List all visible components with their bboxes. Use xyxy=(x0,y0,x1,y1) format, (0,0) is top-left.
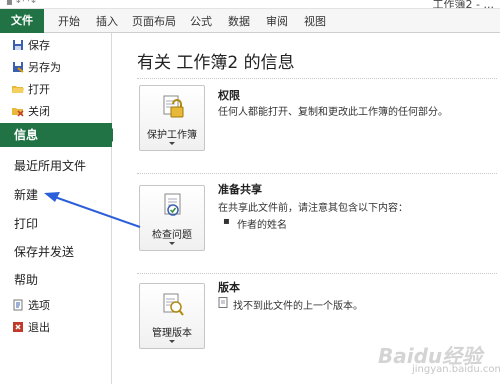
version-icon xyxy=(163,293,184,316)
nav-exit[interactable]: 退出 xyxy=(12,318,50,338)
nav-options[interactable]: 选项 xyxy=(12,296,50,316)
tab-view[interactable]: 视图 xyxy=(300,12,330,32)
nav-close[interactable]: 关闭 xyxy=(12,102,50,122)
check-issues-label: 检查问题 xyxy=(152,230,192,241)
close-file-icon xyxy=(12,104,24,117)
watermark-url: jingyan.baidu.com xyxy=(412,364,500,375)
nav-save-as[interactable]: 另存为 xyxy=(12,58,61,78)
bullet-icon: ▪ xyxy=(223,216,230,227)
nav-info[interactable]: 信息 xyxy=(0,123,119,147)
nav-open[interactable]: 打开 xyxy=(12,80,50,100)
tab-insert[interactable]: 插入 xyxy=(92,12,122,32)
tab-data[interactable]: 数据 xyxy=(224,12,254,32)
divider xyxy=(137,273,497,274)
nav-open-label: 打开 xyxy=(28,83,50,96)
protect-workbook-label: 保护工作簿 xyxy=(147,130,197,141)
versions-title: 版本 xyxy=(218,281,240,294)
nav-close-label: 关闭 xyxy=(28,105,50,118)
manage-versions-label: 管理版本 xyxy=(152,328,192,339)
prepare-share-bullet: 作者的姓名 xyxy=(237,220,287,231)
divider xyxy=(137,78,497,79)
document-icon xyxy=(218,297,228,311)
chevron-down-icon xyxy=(169,340,175,343)
nav-exit-label: 退出 xyxy=(28,321,50,334)
lock-icon xyxy=(163,95,184,118)
options-icon xyxy=(12,298,24,311)
nav-save-label: 保存 xyxy=(28,39,50,52)
save-icon xyxy=(12,38,24,50)
nav-print[interactable]: 打印 xyxy=(14,213,38,235)
ribbon-tabs: 文件 开始 插入 页面布局 公式 数据 审阅 视图 xyxy=(0,9,500,33)
folder-open-icon xyxy=(12,82,24,94)
nav-save-send[interactable]: 保存并发送 xyxy=(14,241,74,263)
backstage-nav: 保存 另存为 打开 关闭 信息 最近所用文件 新建 打印 保存并发送 帮助 选项… xyxy=(0,33,119,384)
tab-page-layout[interactable]: 页面布局 xyxy=(130,12,178,32)
exit-icon xyxy=(12,320,24,332)
divider xyxy=(137,173,497,174)
protect-workbook-button[interactable]: 保护工作簿 xyxy=(139,85,205,151)
nav-new[interactable]: 新建 xyxy=(14,184,38,206)
prepare-share-desc: 在共享此文件前，请注意其包含以下内容： xyxy=(218,203,408,214)
permissions-title: 权限 xyxy=(218,89,240,102)
nav-info-label: 信息 xyxy=(14,128,39,142)
nav-recent[interactable]: 最近所用文件 xyxy=(14,155,86,177)
manage-versions-button[interactable]: 管理版本 xyxy=(139,283,205,349)
save-as-icon xyxy=(12,60,24,73)
nav-save[interactable]: 保存 xyxy=(12,36,50,56)
permissions-desc: 任何人都能打开、复制和更改此工作簿的任何部分。 xyxy=(218,107,448,118)
tab-file[interactable]: 文件 xyxy=(0,9,44,33)
versions-desc: 找不到此文件的上一个版本。 xyxy=(233,301,363,312)
nav-options-label: 选项 xyxy=(28,299,50,312)
chevron-down-icon xyxy=(169,242,175,245)
check-document-icon xyxy=(164,193,181,216)
page-title: 有关 工作簿2 的信息 xyxy=(137,53,295,73)
nav-help[interactable]: 帮助 xyxy=(14,269,38,291)
window-title: 工作簿2 - ... xyxy=(432,0,494,9)
info-pane: 有关 工作簿2 的信息 保护工作簿 权限 任何人都能打开、复制和更改此工作簿的任… xyxy=(113,33,500,384)
chevron-down-icon xyxy=(169,142,175,145)
tab-review[interactable]: 审阅 xyxy=(262,12,292,32)
tab-formulas[interactable]: 公式 xyxy=(186,12,216,32)
title-bar: ▪ ↶ ↷ 工作簿2 - ... xyxy=(0,0,500,9)
tab-home[interactable]: 开始 xyxy=(54,12,84,32)
prepare-share-title: 准备共享 xyxy=(218,183,262,196)
check-issues-button[interactable]: 检查问题 xyxy=(139,185,205,251)
nav-save-as-label: 另存为 xyxy=(28,61,61,74)
quick-access-icons[interactable]: ▪ ↶ ↷ xyxy=(6,0,36,8)
